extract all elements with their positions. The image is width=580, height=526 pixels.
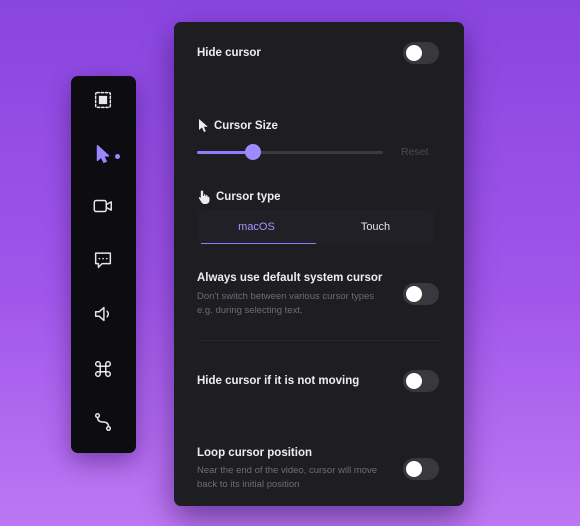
default-system-cursor-label: Always use default system cursor [197, 272, 383, 284]
chat-icon [92, 249, 114, 276]
hide-cursor-toggle[interactable] [403, 42, 439, 64]
hide-when-idle-toggle[interactable] [403, 370, 439, 392]
toggle-knob [406, 45, 422, 61]
shortcuts-tool-button[interactable] [89, 357, 117, 385]
video-camera-icon [92, 195, 114, 222]
annotation-tool-button[interactable] [89, 248, 117, 276]
path-tool-button[interactable] [89, 410, 117, 438]
toggle-knob [406, 461, 422, 477]
hide-cursor-label: Hide cursor [197, 47, 261, 59]
reset-button[interactable]: Reset [401, 146, 428, 158]
cursor-icon [197, 118, 211, 134]
cursor-type-option-macos[interactable]: macOS [197, 210, 316, 244]
cursor-size-label: Cursor Size [214, 120, 278, 132]
audio-tool-button[interactable] [89, 302, 117, 330]
hand-pointer-icon [197, 189, 211, 205]
cursor-size-slider[interactable] [197, 144, 383, 160]
camera-tool-button[interactable] [89, 194, 117, 222]
selection-tool-button[interactable] [89, 88, 117, 116]
side-toolbar [71, 76, 136, 453]
cursor-tool-button[interactable] [89, 142, 117, 170]
speaker-icon [92, 303, 114, 330]
divider [197, 340, 441, 341]
toggle-knob [406, 373, 422, 389]
loop-cursor-position-toggle[interactable] [403, 458, 439, 480]
toggle-knob [406, 286, 422, 302]
default-system-cursor-toggle[interactable] [403, 283, 439, 305]
loop-cursor-position-description: Near the end of the video, cursor will m… [197, 465, 378, 490]
default-system-cursor-description: Don't switch between various cursor type… [197, 291, 375, 316]
cursor-settings-panel: Hide cursor Cursor Size Reset Cursor typ… [174, 22, 464, 506]
selection-icon [92, 89, 114, 116]
cursor-type-label: Cursor type [216, 191, 281, 203]
cursor-type-option-touch[interactable]: Touch [316, 210, 435, 244]
active-indicator-dot [115, 154, 120, 159]
slider-thumb[interactable] [244, 144, 261, 160]
cursor-type-segmented-control: macOS Touch [197, 210, 435, 244]
cursor-icon [92, 143, 114, 170]
command-icon [92, 358, 114, 385]
hide-when-idle-label: Hide cursor if it is not moving [197, 375, 360, 387]
path-icon [92, 411, 114, 438]
loop-cursor-position-label: Loop cursor position [197, 447, 312, 459]
